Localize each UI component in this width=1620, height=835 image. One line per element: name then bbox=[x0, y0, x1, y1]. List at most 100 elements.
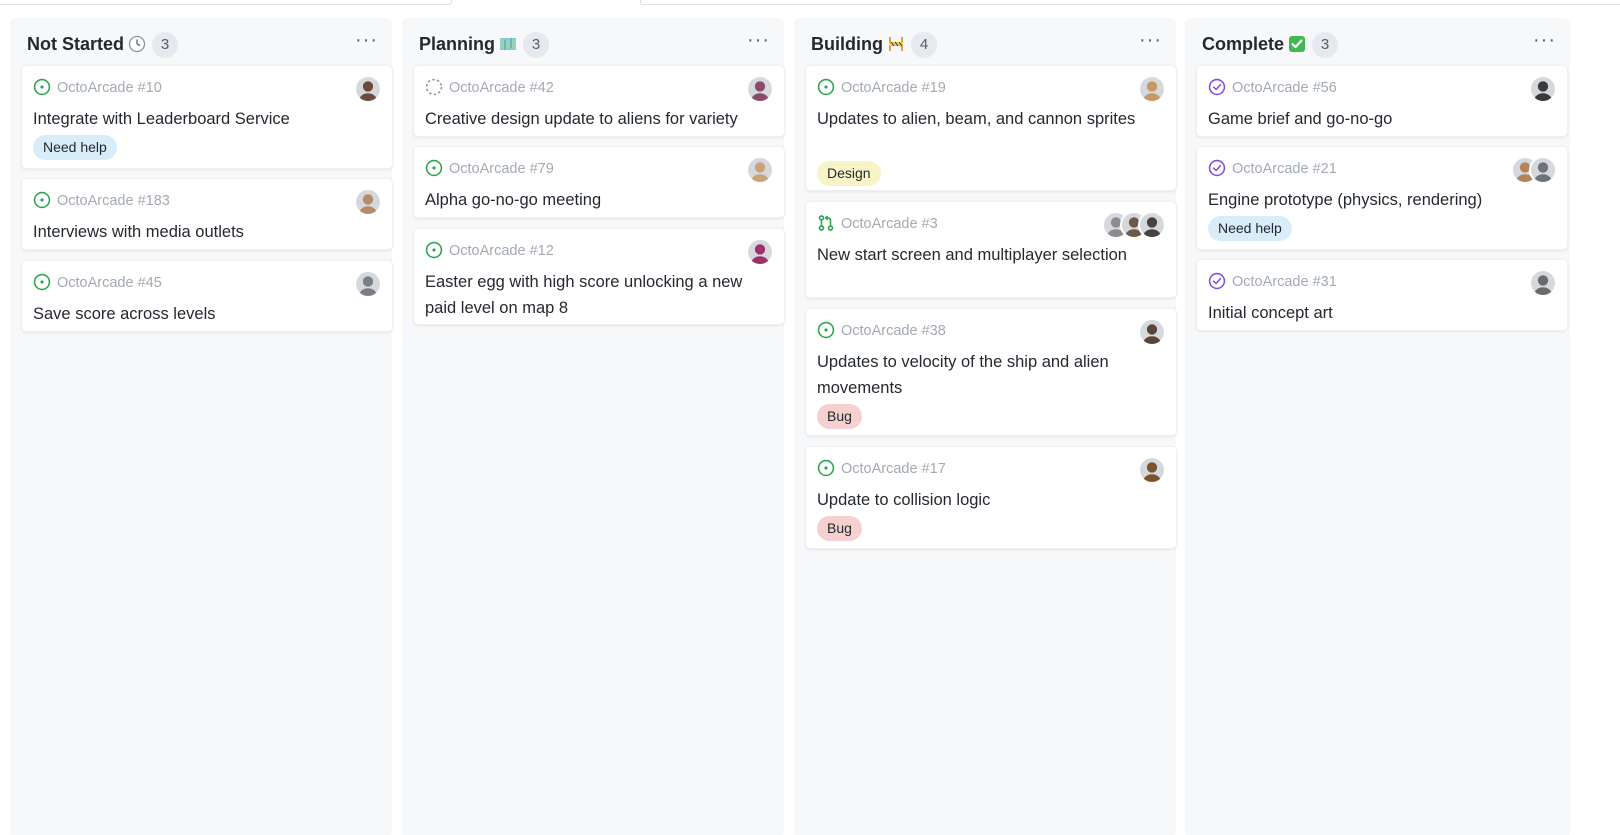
column-title: Complete 3 bbox=[1202, 32, 1339, 58]
column-count-badge: 4 bbox=[910, 32, 937, 58]
card-reference-text: OctoArcade #56 bbox=[1232, 80, 1337, 96]
open-issue-icon bbox=[33, 78, 51, 96]
column-menu-button[interactable]: ··· bbox=[1139, 30, 1162, 50]
assignee-avatars bbox=[354, 75, 382, 103]
card-reference-text: OctoArcade #10 bbox=[57, 80, 162, 96]
assignee-avatars bbox=[1529, 269, 1557, 297]
card-reference[interactable]: OctoArcade #21 bbox=[1208, 159, 1337, 177]
card-label-help[interactable]: Need help bbox=[1208, 216, 1292, 241]
card-title[interactable]: Engine prototype (physics, rendering) bbox=[1208, 187, 1538, 213]
card-title[interactable]: Update to collision logic bbox=[817, 487, 1147, 513]
card-title[interactable]: Creative design update to aliens for var… bbox=[425, 106, 755, 132]
board-card[interactable]: OctoArcade #19 Updates to alien, beam, an… bbox=[805, 65, 1177, 191]
card-title[interactable]: New start screen and multiplayer selecti… bbox=[817, 242, 1147, 268]
card-title[interactable]: Interviews with media outlets bbox=[33, 219, 363, 245]
card-reference[interactable]: OctoArcade #10 bbox=[33, 78, 162, 96]
board-card[interactable]: OctoArcade #10 Integrate with Leaderboard… bbox=[21, 65, 393, 169]
card-title[interactable]: Initial concept art bbox=[1208, 300, 1538, 326]
open-issue-icon bbox=[817, 459, 835, 477]
card-reference[interactable]: OctoArcade #31 bbox=[1208, 272, 1337, 290]
card-reference[interactable]: OctoArcade #17 bbox=[817, 459, 946, 477]
assignee-avatars bbox=[1102, 211, 1166, 239]
avatar[interactable] bbox=[746, 75, 774, 103]
card-reference[interactable]: OctoArcade #45 bbox=[33, 273, 162, 291]
card-reference[interactable]: OctoArcade #183 bbox=[33, 191, 170, 209]
card-reference-text: OctoArcade #12 bbox=[449, 243, 554, 259]
card-title[interactable]: Updates to alien, beam, and cannon sprit… bbox=[817, 106, 1147, 132]
board-card[interactable]: OctoArcade #21 Engine prototype (physics,… bbox=[1196, 146, 1568, 250]
card-reference[interactable]: OctoArcade #42 bbox=[425, 78, 554, 96]
draft-issue-icon bbox=[425, 78, 443, 96]
open-issue-icon bbox=[425, 159, 443, 177]
card-title[interactable]: Integrate with Leaderboard Service bbox=[33, 106, 363, 132]
board-card[interactable]: OctoArcade #42 Creative design update to … bbox=[413, 65, 785, 137]
board-card[interactable]: OctoArcade #79 Alpha go-no-go meeting bbox=[413, 146, 785, 218]
open-issue-icon bbox=[33, 191, 51, 209]
column-menu-button[interactable]: ··· bbox=[1533, 30, 1556, 50]
avatar[interactable] bbox=[746, 238, 774, 266]
board-card[interactable]: OctoArcade #56 Game brief and go-no-go bbox=[1196, 65, 1568, 137]
column-count-badge: 3 bbox=[523, 32, 549, 58]
card-reference-text: OctoArcade #79 bbox=[449, 161, 554, 177]
card-reference[interactable]: OctoArcade #79 bbox=[425, 159, 554, 177]
column-title-text: Not Started bbox=[27, 34, 125, 54]
card-reference-text: OctoArcade #3 bbox=[841, 216, 938, 232]
avatar[interactable] bbox=[1529, 156, 1557, 184]
avatar[interactable] bbox=[1529, 75, 1557, 103]
card-title[interactable]: Save score across levels bbox=[33, 301, 363, 327]
card-title[interactable]: Game brief and go-no-go bbox=[1208, 106, 1538, 132]
card-title[interactable]: Easter egg with high score unlocking a n… bbox=[425, 269, 755, 321]
column-planning: Planning 3 ··· OctoArcade #42 Creative desig… bbox=[402, 18, 785, 835]
column-menu-button[interactable]: ··· bbox=[747, 30, 770, 50]
column-count-badge: 3 bbox=[1312, 32, 1339, 58]
card-reference[interactable]: OctoArcade #56 bbox=[1208, 78, 1337, 96]
card-title[interactable]: Updates to velocity of the ship and alie… bbox=[817, 349, 1147, 401]
card-label-bug[interactable]: Bug bbox=[817, 516, 862, 541]
card-reference[interactable]: OctoArcade #3 bbox=[817, 214, 938, 232]
assignee-avatars bbox=[746, 238, 774, 266]
column-not-started: Not Started 3 ··· OctoArcade #10 Integrate w… bbox=[10, 18, 393, 835]
board-card[interactable]: OctoArcade #38 Updates to velocity of the… bbox=[805, 308, 1177, 436]
open-issue-icon bbox=[817, 78, 835, 96]
board-card[interactable]: OctoArcade #12 Easter egg with high score… bbox=[413, 228, 785, 325]
avatar[interactable] bbox=[746, 156, 774, 184]
card-title[interactable]: Alpha go-no-go meeting bbox=[425, 187, 755, 213]
assignee-avatars bbox=[746, 75, 774, 103]
avatar[interactable] bbox=[1138, 456, 1166, 484]
avatar[interactable] bbox=[1138, 318, 1166, 346]
board-card[interactable]: OctoArcade #45 Save score across levels bbox=[21, 260, 393, 332]
board-card[interactable]: OctoArcade #17 Update to collision logic B… bbox=[805, 446, 1177, 549]
map-icon bbox=[499, 35, 517, 53]
tab-edge-left bbox=[0, 0, 452, 5]
assignee-avatars bbox=[354, 188, 382, 216]
avatar[interactable] bbox=[1138, 75, 1166, 103]
card-label-help[interactable]: Need help bbox=[33, 135, 117, 160]
card-reference-text: OctoArcade #21 bbox=[1232, 161, 1337, 177]
top-tab-strip bbox=[0, 0, 1620, 8]
card-reference[interactable]: OctoArcade #19 bbox=[817, 78, 946, 96]
clock-icon bbox=[128, 35, 146, 53]
board-card[interactable]: OctoArcade #31 Initial concept art bbox=[1196, 259, 1568, 331]
card-reference-text: OctoArcade #42 bbox=[449, 80, 554, 96]
avatar[interactable] bbox=[1529, 269, 1557, 297]
avatar[interactable] bbox=[354, 75, 382, 103]
card-label-design[interactable]: Design bbox=[817, 161, 881, 186]
column-header: Planning 3 ··· bbox=[402, 28, 784, 58]
column-title-text: Complete bbox=[1202, 34, 1285, 54]
board-card[interactable]: OctoArcade #3 New start screen and multip… bbox=[805, 201, 1177, 298]
card-reference[interactable]: OctoArcade #12 bbox=[425, 241, 554, 259]
column-header: Not Started 3 ··· bbox=[10, 28, 392, 58]
avatar[interactable] bbox=[354, 188, 382, 216]
card-reference-text: OctoArcade #45 bbox=[57, 275, 162, 291]
column-menu-button[interactable]: ··· bbox=[355, 30, 378, 50]
avatar[interactable] bbox=[1138, 211, 1166, 239]
board-card[interactable]: OctoArcade #183 Interviews with media out… bbox=[21, 178, 393, 250]
card-label-bug[interactable]: Bug bbox=[817, 404, 862, 429]
assignee-avatars bbox=[354, 270, 382, 298]
avatar[interactable] bbox=[354, 270, 382, 298]
column-title: Not Started 3 bbox=[27, 32, 179, 58]
column-complete: Complete 3 ··· OctoArcade #56 Game brief and… bbox=[1185, 18, 1570, 835]
card-reference[interactable]: OctoArcade #38 bbox=[817, 321, 946, 339]
card-reference-text: OctoArcade #183 bbox=[57, 193, 170, 209]
open-issue-icon bbox=[425, 241, 443, 259]
